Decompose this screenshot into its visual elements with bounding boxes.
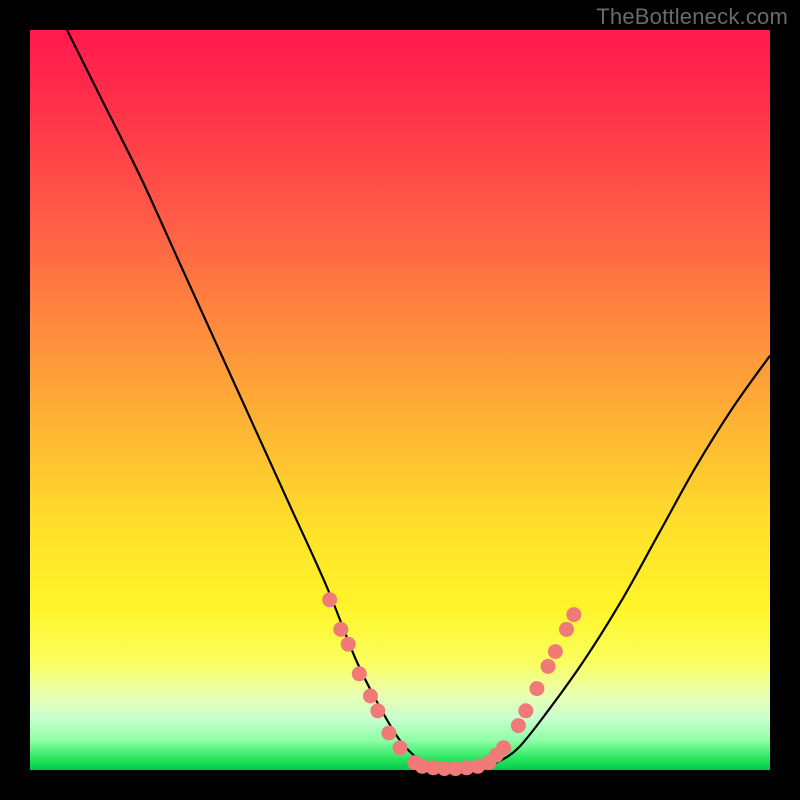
marker-dot [341,637,356,652]
marker-dot [529,681,544,696]
outer-frame: TheBottleneck.com [0,0,800,800]
marker-dots [322,592,581,776]
marker-dot [333,622,348,637]
plot-area [30,30,770,770]
marker-dot [566,607,581,622]
marker-dot [322,592,337,607]
marker-dot [352,666,367,681]
marker-dot [511,718,526,733]
marker-dot [381,726,396,741]
bottleneck-curve [67,30,770,771]
marker-dot [363,689,378,704]
marker-dot [541,659,556,674]
marker-dot [548,644,563,659]
marker-dot [370,703,385,718]
marker-dot [496,740,511,755]
marker-dot [393,740,408,755]
marker-dot [559,622,574,637]
watermark-text: TheBottleneck.com [596,4,788,30]
chart-svg [30,30,770,770]
marker-dot [518,703,533,718]
